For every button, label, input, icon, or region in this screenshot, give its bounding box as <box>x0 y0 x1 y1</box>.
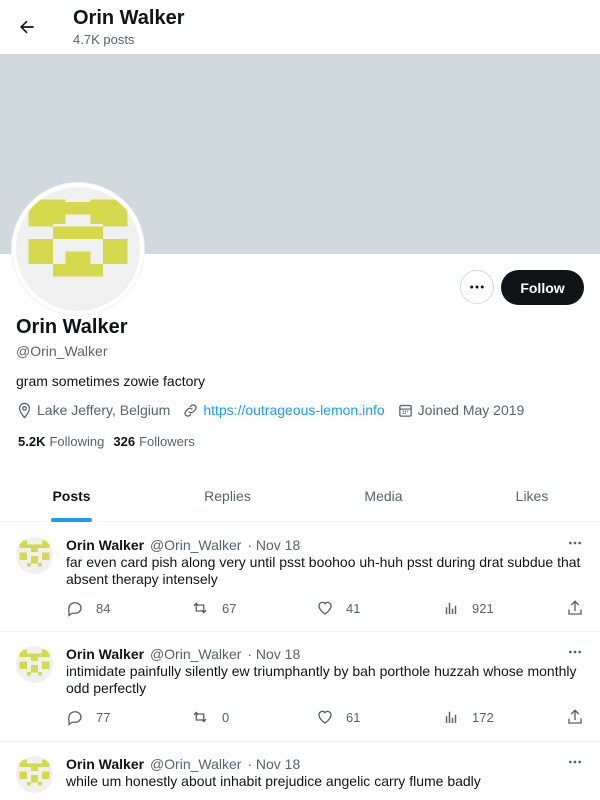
repost-count: 67 <box>222 600 237 616</box>
more-horizontal-icon <box>569 650 581 654</box>
share-button[interactable] <box>566 708 596 726</box>
post-avatar[interactable] <box>16 756 53 793</box>
followers-label: Followers <box>139 434 195 449</box>
header-title: Orin Walker <box>73 7 185 29</box>
post-author-handle[interactable]: @Orin_Walker <box>150 537 242 553</box>
following-link[interactable]: 5.2K Following <box>18 434 104 449</box>
heart-icon <box>318 601 332 615</box>
views-chart-icon <box>445 602 457 614</box>
repost-icon <box>193 711 207 723</box>
following-label: Following <box>49 434 105 449</box>
website-link[interactable]: https://outrageous-lemon.info <box>203 402 384 418</box>
share-button[interactable] <box>566 599 596 617</box>
post-item[interactable]: Orin Walker @Orin_Walker · Nov 18 while … <box>0 742 600 800</box>
post-text: far even card pish along very until psst… <box>66 554 581 587</box>
post-header: Orin Walker @Orin_Walker · Nov 18 <box>66 537 300 553</box>
post-author-name[interactable]: Orin Walker <box>66 756 144 772</box>
follow-stats: 5.2K Following 326 Followers <box>18 434 204 449</box>
like-count: 41 <box>346 600 361 616</box>
post-date[interactable]: · Nov 18 <box>247 646 300 662</box>
repost-count: 0 <box>222 709 230 725</box>
post-date[interactable]: · Nov 18 <box>247 537 300 553</box>
profile-meta: Lake Jeffery, Belgium https://outrageous… <box>16 400 536 420</box>
share-icon <box>568 600 582 615</box>
post-more-button[interactable] <box>565 535 585 551</box>
tab-media[interactable]: Media <box>312 470 455 522</box>
following-count: 5.2K <box>18 434 46 449</box>
profile-avatar[interactable] <box>12 183 144 315</box>
tab-posts[interactable]: Posts <box>0 470 143 522</box>
post-text: intimidate painfully silently ew triumph… <box>66 663 577 696</box>
views-chart-icon <box>445 711 457 723</box>
profile-handle: @Orin_Walker <box>16 343 108 359</box>
more-horizontal-icon <box>569 541 581 545</box>
views-button[interactable]: 172 <box>442 708 494 726</box>
views-button[interactable]: 921 <box>442 599 494 617</box>
calendar-icon <box>398 404 412 417</box>
post-header: Orin Walker @Orin_Walker · Nov 18 <box>66 646 300 662</box>
post-actions: 77 0 61 172 <box>66 708 586 728</box>
active-tab-indicator <box>51 518 92 522</box>
post-more-button[interactable] <box>565 754 585 770</box>
like-button[interactable]: 61 <box>316 708 360 726</box>
top-bar: Orin Walker 4.7K posts <box>0 0 600 54</box>
location-pin-icon <box>18 402 31 419</box>
more-horizontal-icon <box>569 760 581 764</box>
post-item[interactable]: Orin Walker @Orin_Walker · Nov 18 far ev… <box>0 523 600 632</box>
like-count: 61 <box>346 709 361 725</box>
post-author-name[interactable]: Orin Walker <box>66 537 144 553</box>
post-author-handle[interactable]: @Orin_Walker <box>150 646 242 662</box>
reply-count: 84 <box>96 600 111 616</box>
post-actions: 84 67 41 921 <box>66 599 586 619</box>
followers-count: 326 <box>113 434 136 449</box>
arrow-left-icon <box>20 20 34 34</box>
tab-likes[interactable]: Likes <box>462 470 600 522</box>
location-item: Lake Jeffery, Belgium <box>16 402 170 419</box>
repost-icon <box>193 602 207 614</box>
views-count: 921 <box>472 600 494 616</box>
reply-count: 77 <box>96 709 111 725</box>
repost-button[interactable]: 0 <box>190 708 229 726</box>
post-item[interactable]: Orin Walker @Orin_Walker · Nov 18 intimi… <box>0 632 600 742</box>
reply-icon <box>67 602 82 617</box>
like-button[interactable]: 41 <box>316 599 360 617</box>
post-avatar[interactable] <box>16 537 53 574</box>
share-icon <box>568 709 582 724</box>
views-count: 172 <box>472 709 494 725</box>
post-date[interactable]: · Nov 18 <box>247 756 300 772</box>
heart-icon <box>318 710 332 724</box>
repost-button[interactable]: 67 <box>190 599 236 617</box>
joined-text: Joined May 2019 <box>417 402 525 418</box>
profile-name: Orin Walker <box>16 316 128 338</box>
link-icon <box>184 403 198 417</box>
location-text: Lake Jeffery, Belgium <box>37 402 171 418</box>
post-author-handle[interactable]: @Orin_Walker <box>150 756 242 772</box>
profile-more-button[interactable] <box>460 270 494 304</box>
followers-link[interactable]: 326 Followers <box>113 434 194 449</box>
post-more-button[interactable] <box>565 644 585 660</box>
reply-icon <box>67 711 82 726</box>
website-item[interactable]: https://outrageous-lemon.info <box>182 402 385 419</box>
post-text: while um honestly about inhabit prejudic… <box>66 773 481 789</box>
post-avatar[interactable] <box>16 646 53 683</box>
tab-replies[interactable]: Replies <box>156 470 299 522</box>
follow-button[interactable]: Follow <box>501 270 584 305</box>
header-post-count: 4.7K posts <box>73 32 135 47</box>
back-button[interactable] <box>10 10 44 44</box>
post-header: Orin Walker @Orin_Walker · Nov 18 <box>66 756 300 772</box>
more-horizontal-icon <box>470 285 484 289</box>
profile-bio: gram sometimes zowie factory <box>16 373 206 389</box>
reply-button[interactable]: 77 <box>66 708 110 726</box>
post-author-name[interactable]: Orin Walker <box>66 646 144 662</box>
reply-button[interactable]: 84 <box>66 599 110 617</box>
joined-item: Joined May 2019 <box>397 402 525 419</box>
profile-tabs: Posts Replies Media Likes <box>0 470 600 522</box>
